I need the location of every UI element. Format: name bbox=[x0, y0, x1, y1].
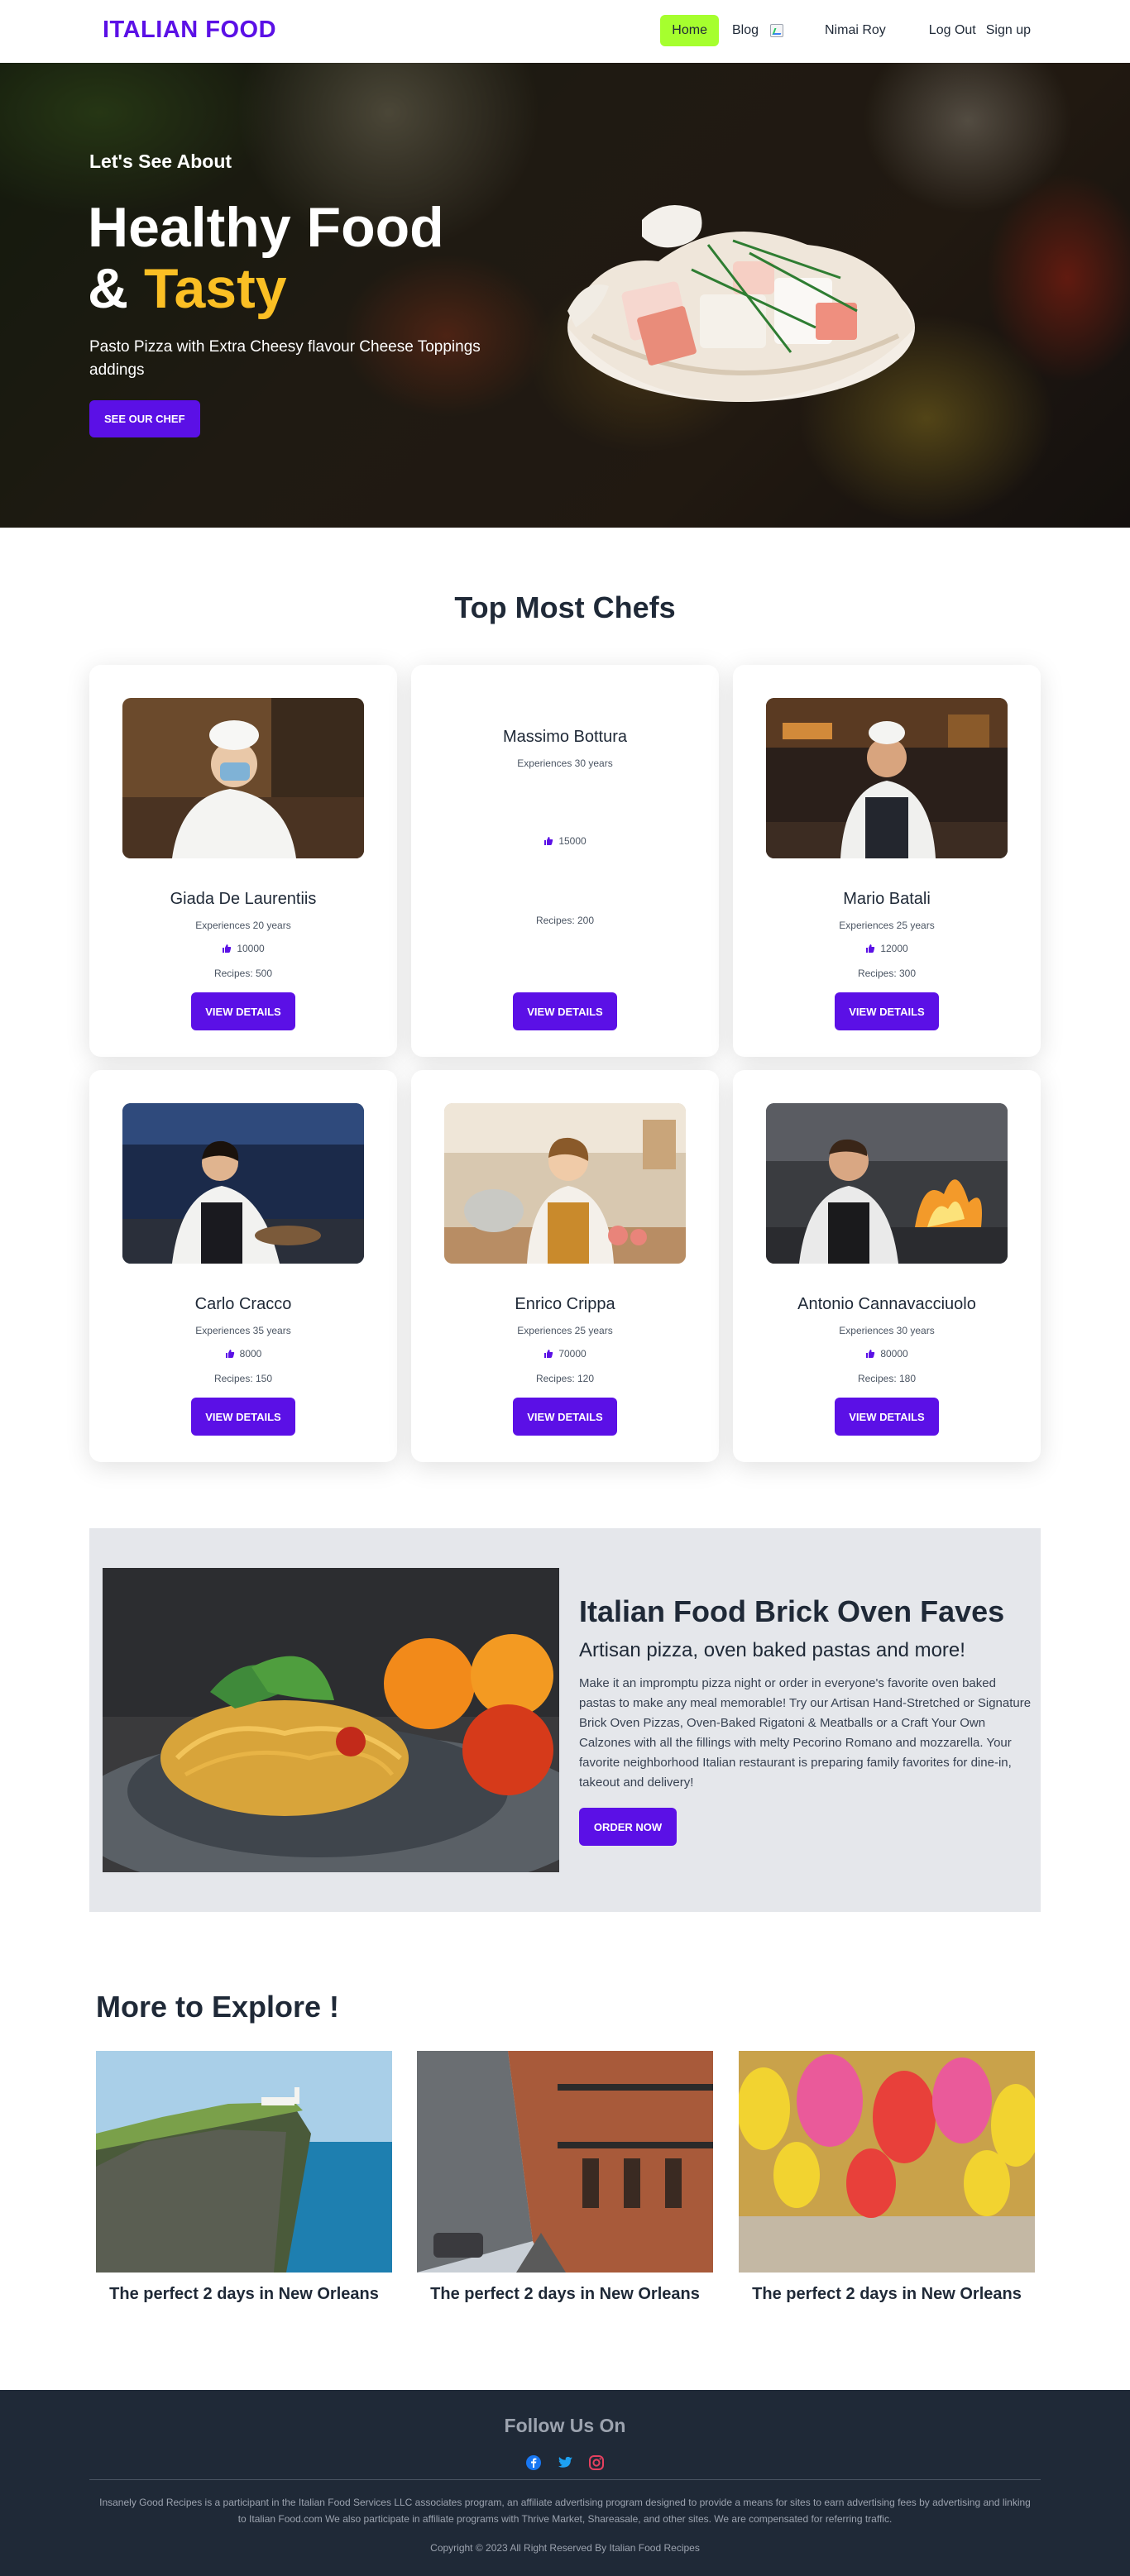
hero-dish-image bbox=[567, 205, 915, 402]
chef-photo bbox=[766, 698, 1008, 858]
nav-home-link[interactable]: Home bbox=[660, 15, 719, 46]
pasta-dish-image bbox=[103, 1568, 559, 1872]
broken-image-icon bbox=[770, 24, 783, 37]
follow-us-heading: Follow Us On bbox=[504, 2415, 626, 2436]
chef-name: Carlo Cracco bbox=[194, 1295, 292, 1313]
chef-experience: Experiences 25 years bbox=[517, 1325, 613, 1336]
thumbs-up-icon bbox=[866, 944, 875, 953]
chef-likes: 8000 bbox=[89, 1348, 397, 1360]
social-links bbox=[0, 2454, 1130, 2471]
chef-recipes: Recipes: 150 bbox=[213, 1373, 273, 1384]
chef-likes-count: 8000 bbox=[239, 1348, 262, 1360]
chef-name: Enrico Crippa bbox=[515, 1295, 615, 1313]
footer-copyright: Copyright © 2023 All Right Reserved By I… bbox=[430, 2542, 700, 2554]
nav-blog-link[interactable]: Blog bbox=[732, 23, 759, 38]
instagram-icon[interactable] bbox=[588, 2454, 605, 2471]
brick-oven-section: Italian Food Brick Oven Faves Artisan pi… bbox=[89, 1528, 1041, 1912]
chef-card: Giada De Laurentiis Experiences 20 years… bbox=[89, 665, 397, 1057]
oven-subtitle: Artisan pizza, oven baked pastas and mor… bbox=[579, 1639, 965, 1661]
chef-name: Massimo Bottura bbox=[502, 728, 628, 746]
chef-experience: Experiences 30 years bbox=[839, 1325, 935, 1336]
oven-description: Make it an impromptu pizza night or orde… bbox=[579, 1676, 1032, 1790]
chef-card: Enrico Crippa Experiences 25 years 70000… bbox=[411, 1070, 719, 1462]
chef-experience: Experiences 25 years bbox=[839, 920, 935, 931]
hero-title-line1: Healthy Food bbox=[88, 196, 444, 259]
footer-disclaimer: Insanely Good Recipes is a participant i… bbox=[99, 2497, 1031, 2525]
chef-likes-count: 70000 bbox=[558, 1348, 587, 1360]
logout-link[interactable]: Log Out bbox=[929, 23, 976, 38]
chef-recipes: Recipes: 500 bbox=[213, 968, 273, 979]
view-details-button[interactable]: VIEW DETAILS bbox=[191, 992, 295, 1030]
view-details-button[interactable]: VIEW DETAILS bbox=[191, 1398, 295, 1436]
chef-photo bbox=[122, 1103, 364, 1264]
chef-photo bbox=[444, 1103, 686, 1264]
chef-photo bbox=[766, 1103, 1008, 1264]
chef-likes: 12000 bbox=[733, 943, 1041, 954]
hero-title: Healthy Food & Tasty bbox=[88, 197, 444, 319]
see-our-chef-button[interactable]: SEE OUR CHEF bbox=[89, 400, 200, 437]
hero-title-amp: & bbox=[88, 257, 144, 320]
order-now-button[interactable]: ORDER NOW bbox=[579, 1808, 677, 1846]
chef-likes-count: 12000 bbox=[880, 943, 908, 954]
hero-subtitle: Pasto Pizza with Extra Cheesy flavour Ch… bbox=[89, 338, 481, 379]
chef-experience: Experiences 30 years bbox=[517, 758, 613, 769]
nav-links: Home Blog Nimai Roy Log Out Sign up bbox=[660, 15, 1031, 46]
chef-card: Mario Batali Experiences 25 years 12000 … bbox=[733, 665, 1041, 1057]
hero-title-accent: Tasty bbox=[144, 257, 287, 320]
facebook-icon[interactable] bbox=[525, 2454, 542, 2471]
chefs-section-title: Top Most Chefs bbox=[454, 590, 676, 624]
explore-image-street bbox=[417, 2051, 713, 2273]
chef-name: Giada De Laurentiis bbox=[170, 890, 317, 908]
brand-logo[interactable]: ITALIAN FOOD bbox=[103, 17, 276, 44]
explore-card[interactable]: The perfect 2 days in New Orleans bbox=[417, 2051, 713, 2304]
explore-card[interactable]: The perfect 2 days in New Orleans bbox=[737, 2051, 1041, 2304]
chef-recipes: Recipes: 120 bbox=[535, 1373, 595, 1384]
chef-name: Antonio Cannavacciuolo bbox=[797, 1295, 976, 1313]
explore-caption[interactable]: The perfect 2 days in New Orleans bbox=[739, 2285, 1035, 2304]
view-details-button[interactable]: VIEW DETAILS bbox=[835, 1398, 939, 1436]
thumbs-up-icon bbox=[223, 944, 232, 953]
signup-link[interactable]: Sign up bbox=[986, 23, 1031, 38]
explore-image-lanterns bbox=[737, 2051, 1041, 2273]
hero-kicker: Let's See About bbox=[89, 151, 232, 172]
explore-card[interactable]: The perfect 2 days in New Orleans bbox=[96, 2051, 392, 2304]
chef-likes: 70000 bbox=[411, 1348, 719, 1360]
thumbs-up-icon bbox=[225, 1350, 234, 1358]
oven-title: Italian Food Brick Oven Faves bbox=[579, 1594, 1005, 1628]
explore-image-cliffs bbox=[96, 2051, 392, 2273]
chef-card: Carlo Cracco Experiences 35 years 8000 R… bbox=[89, 1070, 397, 1462]
thumbs-up-icon bbox=[544, 837, 553, 845]
explore-section-title: More to Explore ! bbox=[96, 1990, 340, 2024]
footer-divider bbox=[89, 2479, 1041, 2480]
thumbs-up-icon bbox=[866, 1350, 875, 1358]
chef-card: Antonio Cannavacciuolo Experiences 30 ye… bbox=[733, 1070, 1041, 1462]
navbar: ITALIAN FOOD Home Blog Nimai Roy Log Out… bbox=[0, 0, 1130, 63]
chef-experience: Experiences 35 years bbox=[195, 1325, 291, 1336]
chef-name: Mario Batali bbox=[843, 890, 931, 908]
twitter-icon[interactable] bbox=[557, 2454, 573, 2471]
chef-likes: 15000 bbox=[411, 835, 719, 847]
explore-caption[interactable]: The perfect 2 days in New Orleans bbox=[417, 2285, 713, 2304]
chef-likes-count: 10000 bbox=[237, 943, 265, 954]
footer: Follow Us On Insanely Good Recipes is a … bbox=[0, 2390, 1130, 2576]
chef-experience: Experiences 20 years bbox=[195, 920, 291, 931]
explore-caption[interactable]: The perfect 2 days in New Orleans bbox=[96, 2285, 392, 2304]
hero-banner: Let's See About Healthy Food & Tasty Pas… bbox=[0, 63, 1130, 528]
nav-user-name: Nimai Roy bbox=[825, 23, 886, 37]
view-details-button[interactable]: VIEW DETAILS bbox=[513, 1398, 617, 1436]
view-details-button[interactable]: VIEW DETAILS bbox=[513, 992, 617, 1030]
chef-card: Massimo Bottura Experiences 30 years 150… bbox=[411, 665, 719, 1057]
thumbs-up-icon bbox=[544, 1350, 553, 1358]
chef-photo bbox=[122, 698, 364, 858]
chef-likes: 80000 bbox=[733, 1348, 1041, 1360]
chef-recipes: Recipes: 200 bbox=[535, 915, 595, 926]
chef-recipes: Recipes: 300 bbox=[857, 968, 917, 979]
chef-recipes: Recipes: 180 bbox=[857, 1373, 917, 1384]
view-details-button[interactable]: VIEW DETAILS bbox=[835, 992, 939, 1030]
chef-likes: 10000 bbox=[89, 943, 397, 954]
chef-likes-count: 80000 bbox=[880, 1348, 908, 1360]
chef-likes-count: 15000 bbox=[558, 835, 587, 847]
